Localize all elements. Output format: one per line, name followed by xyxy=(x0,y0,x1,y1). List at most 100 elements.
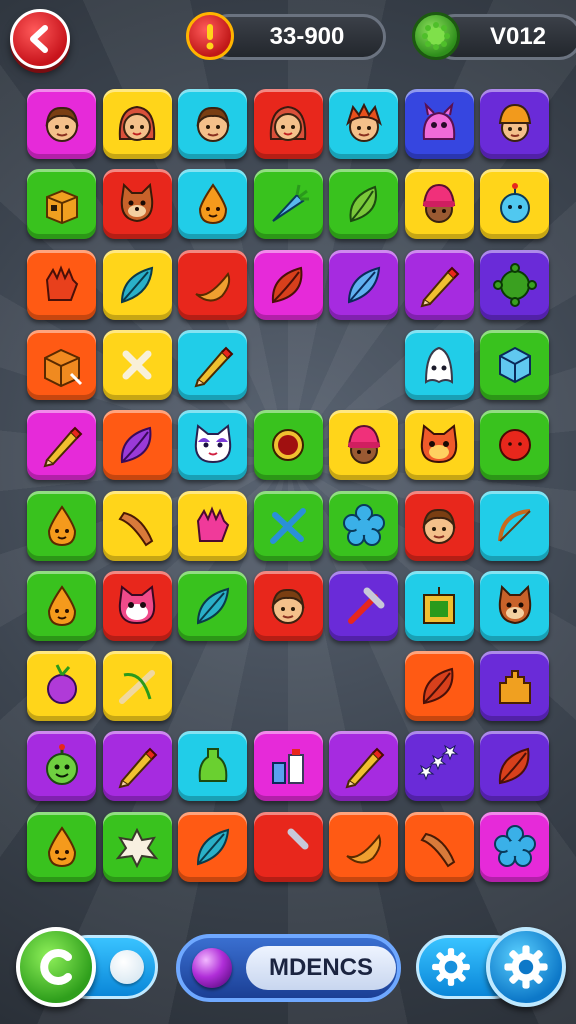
game-tile[interactable] xyxy=(480,651,549,722)
gear-icon[interactable] xyxy=(430,946,472,988)
game-tile[interactable] xyxy=(27,490,96,561)
back-button[interactable] xyxy=(10,9,70,69)
face-boy-icon xyxy=(271,588,305,624)
game-tile[interactable] xyxy=(404,169,474,240)
game-tile[interactable] xyxy=(480,490,549,561)
game-tile[interactable] xyxy=(178,329,247,400)
mode-label: MDENCS xyxy=(246,946,396,990)
undo-icon xyxy=(40,949,72,985)
game-tile[interactable] xyxy=(27,329,96,400)
game-tile[interactable] xyxy=(480,249,549,320)
game-tile[interactable] xyxy=(102,89,172,159)
game-tile[interactable] xyxy=(102,731,172,802)
undo-toggle[interactable] xyxy=(16,927,160,1007)
game-tile[interactable] xyxy=(329,169,398,240)
game-tile[interactable] xyxy=(253,249,323,320)
glove-pink-icon xyxy=(196,505,229,542)
game-tile[interactable] xyxy=(178,811,247,882)
game-tile[interactable] xyxy=(404,811,474,882)
game-tile[interactable] xyxy=(253,89,323,159)
shell-icon xyxy=(115,827,159,868)
game-tile[interactable] xyxy=(102,249,172,320)
game-tile[interactable] xyxy=(480,731,549,802)
hammer-icon xyxy=(272,828,309,865)
game-tile[interactable] xyxy=(404,410,474,481)
game-tile[interactable] xyxy=(480,329,549,400)
drop-icon xyxy=(198,183,227,225)
score-value: 33-900 xyxy=(269,23,345,50)
game-tile[interactable] xyxy=(27,811,96,882)
game-tile[interactable] xyxy=(404,570,474,641)
game-tile[interactable] xyxy=(253,410,323,481)
face-beanie-icon xyxy=(347,425,380,465)
banana-icon xyxy=(345,833,381,864)
game-tile[interactable] xyxy=(102,329,172,400)
game-tile[interactable] xyxy=(178,490,247,561)
game-tile[interactable] xyxy=(404,651,474,722)
leaf-red-icon xyxy=(271,266,303,303)
game-tile[interactable] xyxy=(27,249,96,320)
tools-icon xyxy=(270,507,306,544)
glove-icon xyxy=(45,264,78,301)
game-tile[interactable] xyxy=(253,490,323,561)
settings-button[interactable] xyxy=(486,927,566,1007)
drop-blue-icon xyxy=(499,183,530,224)
game-tile[interactable] xyxy=(253,731,323,802)
game-tile[interactable] xyxy=(27,731,96,802)
game-tile[interactable] xyxy=(178,249,247,320)
turnip-icon xyxy=(46,664,77,705)
game-tile[interactable] xyxy=(404,89,474,159)
face-beanie-icon xyxy=(422,184,456,224)
bottles-icon xyxy=(272,749,304,785)
game-tile[interactable] xyxy=(102,651,172,722)
game-tile[interactable] xyxy=(178,169,247,240)
game-tile[interactable] xyxy=(480,410,549,481)
game-tile[interactable] xyxy=(102,811,172,882)
game-tile[interactable] xyxy=(253,570,323,641)
game-tile[interactable] xyxy=(178,570,247,641)
game-tile[interactable] xyxy=(329,731,398,802)
monster-icon xyxy=(422,101,456,140)
cube-icon xyxy=(498,346,531,384)
game-tile[interactable] xyxy=(404,490,474,561)
game-tile[interactable] xyxy=(178,89,247,159)
game-tile[interactable] xyxy=(27,169,96,240)
sausage-icon xyxy=(420,832,456,868)
game-tile[interactable] xyxy=(27,410,96,481)
pencil-icon xyxy=(420,266,460,308)
game-tile[interactable] xyxy=(178,410,247,481)
game-tile[interactable] xyxy=(253,811,323,882)
game-tile[interactable] xyxy=(404,329,474,400)
game-tile[interactable] xyxy=(27,89,96,159)
mode-selector[interactable]: MDENCS xyxy=(176,934,401,1002)
game-tile[interactable] xyxy=(480,89,549,159)
game-tile[interactable] xyxy=(329,811,398,882)
castle-icon xyxy=(498,670,531,705)
game-tile[interactable] xyxy=(329,410,398,481)
undo-button[interactable] xyxy=(16,927,96,1007)
feather-blue-icon xyxy=(347,266,380,303)
leaf-icon xyxy=(349,185,377,223)
game-tile[interactable] xyxy=(480,570,549,641)
toggle-knob[interactable] xyxy=(110,950,144,984)
game-tile[interactable] xyxy=(329,570,398,641)
game-tile[interactable] xyxy=(27,651,96,722)
game-tile[interactable] xyxy=(329,249,398,320)
pencil-icon xyxy=(42,426,82,468)
game-tile[interactable] xyxy=(102,570,172,641)
cat-icon xyxy=(120,183,154,223)
game-tile[interactable] xyxy=(27,570,96,641)
game-tile[interactable] xyxy=(178,731,247,802)
game-tile[interactable] xyxy=(480,811,549,882)
game-tile[interactable] xyxy=(102,490,172,561)
game-tile[interactable] xyxy=(329,490,398,561)
game-tile[interactable] xyxy=(480,169,549,240)
game-tile[interactable] xyxy=(329,89,398,159)
game-tile[interactable] xyxy=(253,169,323,240)
game-tile[interactable] xyxy=(404,731,474,802)
game-tile[interactable] xyxy=(102,410,172,481)
game-tile[interactable] xyxy=(404,249,474,320)
box-orange-icon xyxy=(43,348,82,387)
feather-icon xyxy=(196,828,229,866)
game-tile[interactable] xyxy=(102,169,172,240)
